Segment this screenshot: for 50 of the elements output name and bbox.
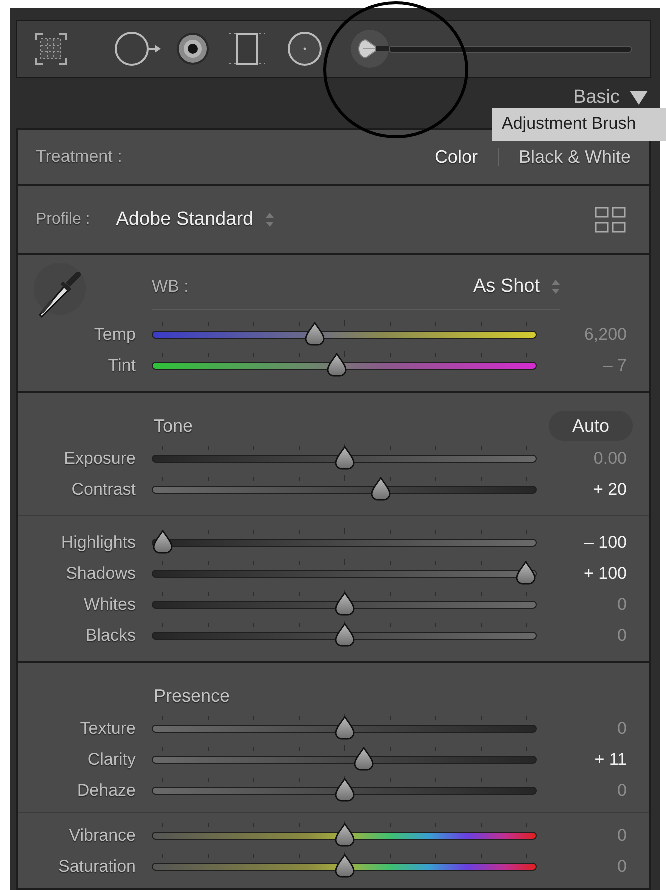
- slider-thumb[interactable]: [370, 476, 391, 500]
- slider-label: Contrast: [70, 480, 136, 500]
- slider-value[interactable]: + 11: [537, 750, 627, 770]
- panel-title[interactable]: Basic: [574, 88, 620, 108]
- slider-thumb[interactable]: [153, 530, 173, 554]
- slider-thumb[interactable]: [334, 622, 354, 646]
- spot-removal-icon[interactable]: [114, 29, 162, 69]
- slider-label: Exposure: [63, 448, 136, 468]
- slider-label: Shadows: [65, 564, 136, 584]
- treatment-label: Treatment :: [36, 147, 122, 167]
- slider-label: Highlights: [60, 532, 136, 552]
- slider-label: Texture: [79, 718, 136, 738]
- treatment-option[interactable]: Black & White: [518, 146, 631, 168]
- slider-value[interactable]: + 20: [537, 480, 627, 500]
- slider-thumb[interactable]: [305, 322, 326, 346]
- slider-value[interactable]: – 100: [537, 532, 627, 552]
- wb-dropdown[interactable]: As Shot: [473, 276, 540, 298]
- slider-thumb[interactable]: [516, 560, 536, 584]
- auto-button[interactable]: Auto: [549, 411, 633, 441]
- grid-icon[interactable]: [595, 206, 627, 234]
- slider-thumb[interactable]: [334, 592, 354, 616]
- treatment-option[interactable]: Color: [434, 146, 478, 168]
- slider-label: Whites: [83, 594, 136, 614]
- slider-label: Vibrance: [68, 826, 136, 846]
- slider-thumb[interactable]: [334, 822, 354, 846]
- section-title: Tone: [154, 416, 194, 436]
- slider-thumb[interactable]: [334, 716, 354, 740]
- slider-label: Saturation: [58, 856, 136, 876]
- radial-filter-icon[interactable]: [287, 31, 323, 67]
- crop-icon[interactable]: [34, 32, 68, 66]
- slider-label: Tint: [107, 356, 136, 376]
- slider-label: Temp: [93, 324, 136, 344]
- slider-label: Clarity: [86, 750, 136, 770]
- collapse-triangle-icon[interactable]: [630, 91, 648, 105]
- wb-label: WB :: [152, 277, 189, 297]
- slider-thumb[interactable]: [354, 746, 374, 770]
- eye-icon[interactable]: [175, 31, 211, 67]
- slider-value[interactable]: + 100: [537, 564, 627, 584]
- slider-label: Blacks: [84, 626, 136, 646]
- tooltip: Adjustment Brush: [492, 108, 666, 141]
- slider-thumb[interactable]: [334, 446, 354, 470]
- profile-dropdown[interactable]: Adobe Standard: [116, 208, 254, 230]
- slider-thumb[interactable]: [327, 352, 348, 376]
- slider-thumb[interactable]: [334, 854, 354, 878]
- graduated-filter-icon[interactable]: [227, 31, 267, 67]
- slider-label: Dehaze: [76, 780, 136, 800]
- brush-icon[interactable]: [351, 30, 389, 68]
- section-title: Presence: [154, 686, 230, 706]
- profile-label: Profile :: [36, 210, 90, 228]
- slider-thumb[interactable]: [334, 778, 354, 802]
